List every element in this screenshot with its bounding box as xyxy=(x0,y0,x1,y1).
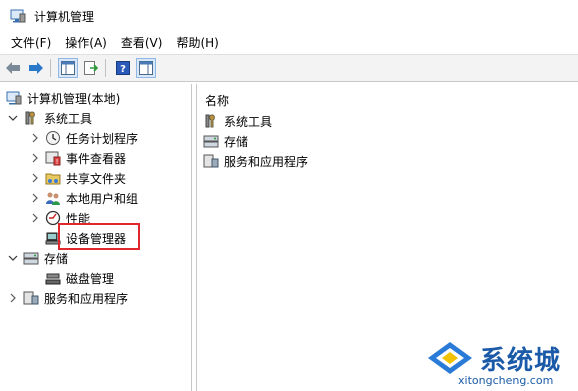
tree-item-root[interactable]: 计算机管理(本地) xyxy=(6,88,120,108)
menu-bar: 文件(F) 操作(A) 查看(V) 帮助(H) xyxy=(0,32,578,54)
list-item[interactable]: 系统工具 xyxy=(203,112,272,130)
watermark: 系统城 xitongcheng.com xyxy=(418,338,578,391)
chevron-down-icon[interactable] xyxy=(8,113,18,123)
menu-help[interactable]: 帮助(H) xyxy=(169,32,225,54)
tree-item-label: 任务计划程序 xyxy=(66,131,139,146)
services-apps-icon xyxy=(23,290,39,306)
export-icon xyxy=(84,61,98,75)
chevron-right-icon[interactable] xyxy=(30,153,40,163)
tree-item-label: 共享文件夹 xyxy=(66,171,127,186)
action-pane-icon xyxy=(139,61,153,75)
highlight-annotation xyxy=(58,223,140,250)
computer-management-icon xyxy=(10,9,26,23)
tree-item-label: 事件查看器 xyxy=(66,151,127,166)
event-viewer-icon: ! xyxy=(45,150,61,166)
services-apps-icon xyxy=(203,153,219,169)
window-title: 计算机管理 xyxy=(34,9,95,24)
chevron-right-icon[interactable] xyxy=(30,213,40,223)
tree-item-local-users-groups[interactable]: 本地用户和组 xyxy=(30,188,138,208)
menu-file[interactable]: 文件(F) xyxy=(4,32,58,54)
back-button[interactable] xyxy=(3,58,23,78)
tools-icon xyxy=(23,110,39,126)
chevron-right-icon[interactable] xyxy=(8,293,18,303)
forward-arrow-icon xyxy=(29,62,43,74)
disk-management-icon xyxy=(45,270,61,286)
shared-folder-icon xyxy=(45,170,61,186)
menu-view[interactable]: 查看(V) xyxy=(114,32,170,54)
show-hide-action-pane-button[interactable] xyxy=(136,58,156,78)
help-icon: ? xyxy=(116,61,130,75)
forward-button[interactable] xyxy=(26,58,46,78)
users-icon xyxy=(45,190,61,206)
console-tree-icon xyxy=(61,61,75,75)
clock-icon xyxy=(45,130,61,146)
tree-item-label: 本地用户和组 xyxy=(66,191,139,206)
list-item[interactable]: 服务和应用程序 xyxy=(203,152,308,170)
chevron-right-icon[interactable] xyxy=(30,133,40,143)
storage-icon xyxy=(23,250,39,266)
title-bar: 计算机管理 xyxy=(0,0,578,32)
list-item-label: 服务和应用程序 xyxy=(224,154,309,169)
tree-item-system-tools[interactable]: 系统工具 xyxy=(8,108,92,128)
watermark-url: xitongcheng.com xyxy=(458,374,554,387)
export-list-button[interactable] xyxy=(81,58,101,78)
svg-text:!: ! xyxy=(56,158,59,166)
tree-item-storage[interactable]: 存储 xyxy=(8,248,68,268)
tree-item-event-viewer[interactable]: ! 事件查看器 xyxy=(30,148,126,168)
tree-item-disk-management[interactable]: 磁盘管理 xyxy=(45,268,114,288)
computer-management-icon xyxy=(6,90,22,106)
chevron-right-icon[interactable] xyxy=(30,193,40,203)
watermark-brand: 系统城 xyxy=(480,346,562,376)
toolbar-separator xyxy=(50,59,51,77)
tree-item-label: 服务和应用程序 xyxy=(44,291,129,306)
tree-item-services-apps[interactable]: 服务和应用程序 xyxy=(8,288,128,308)
toolbar: ? xyxy=(0,54,578,82)
show-hide-console-tree-button[interactable] xyxy=(58,58,78,78)
list-item-label: 系统工具 xyxy=(224,114,273,129)
chevron-right-icon[interactable] xyxy=(30,173,40,183)
svg-text:?: ? xyxy=(120,64,126,75)
tree-item-label: 计算机管理(本地) xyxy=(27,91,121,106)
tree-item-task-scheduler[interactable]: 任务计划程序 xyxy=(30,128,138,148)
tree-item-label: 系统工具 xyxy=(44,111,93,126)
column-header-name[interactable]: 名称 xyxy=(205,92,229,109)
tree-item-label: 磁盘管理 xyxy=(66,271,115,286)
tree-item-label: 存储 xyxy=(44,251,69,266)
watermark-logo-icon xyxy=(428,342,472,374)
storage-icon xyxy=(203,133,219,149)
help-button[interactable]: ? xyxy=(113,58,133,78)
list-item[interactable]: 存储 xyxy=(203,132,248,150)
tree-item-shared-folders[interactable]: 共享文件夹 xyxy=(30,168,126,188)
back-arrow-icon xyxy=(6,62,20,74)
tools-icon xyxy=(203,113,219,129)
chevron-down-icon[interactable] xyxy=(8,253,18,263)
menu-action[interactable]: 操作(A) xyxy=(58,32,114,54)
toolbar-separator xyxy=(105,59,106,77)
list-item-label: 存储 xyxy=(224,134,249,149)
